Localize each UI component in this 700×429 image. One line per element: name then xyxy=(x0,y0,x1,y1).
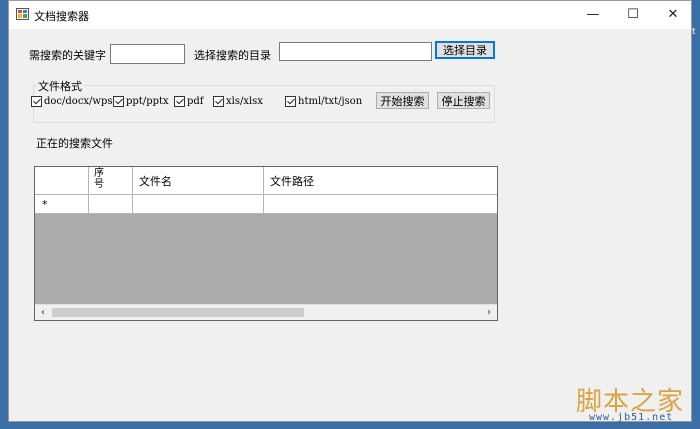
new-row-cell-index[interactable] xyxy=(89,195,133,214)
column-header-filepath[interactable]: 文件路径 xyxy=(264,167,497,195)
format-label-doc: doc/docx/wps xyxy=(44,95,113,107)
watermark-url: www.jb51.net xyxy=(589,412,674,423)
title-bar[interactable]: 文档搜索器 — ☐ ✕ xyxy=(9,1,691,29)
format-checkbox-xls[interactable]: xls/xlsx xyxy=(213,94,263,108)
main-window: 文档搜索器 — ☐ ✕ 需搜索的关键字 选择搜索的目录 选择目录 文件格式 do… xyxy=(8,0,692,423)
app-icon xyxy=(16,8,29,20)
format-checkbox-ppt[interactable]: ppt/pptx xyxy=(113,94,169,108)
format-checkbox-html[interactable]: html/txt/json xyxy=(285,94,362,108)
scroll-left-icon[interactable]: ‹ xyxy=(36,306,50,319)
directory-input[interactable] xyxy=(279,42,432,61)
format-label-xls: xls/xlsx xyxy=(226,95,263,107)
window-title: 文档搜索器 xyxy=(34,10,89,23)
format-label-pdf: pdf xyxy=(187,95,204,107)
format-checkbox-doc[interactable]: doc/docx/wps xyxy=(31,94,113,108)
choose-directory-button[interactable]: 选择目录 xyxy=(435,41,495,59)
start-search-button[interactable]: 开始搜索 xyxy=(376,92,429,109)
column-header-index[interactable]: 序号 xyxy=(89,167,133,195)
checkbox-checked-icon[interactable] xyxy=(174,95,185,107)
horizontal-scrollbar[interactable]: ‹ › xyxy=(35,304,497,320)
maximize-button[interactable]: ☐ xyxy=(613,1,653,29)
format-label-html: html/txt/json xyxy=(298,95,363,107)
directory-label: 选择搜索的目录 xyxy=(194,49,271,62)
format-label-ppt: ppt/pptx xyxy=(126,95,169,107)
format-checkbox-pdf[interactable]: pdf xyxy=(174,94,204,108)
checkbox-checked-icon[interactable] xyxy=(213,95,224,107)
column-header-filename[interactable]: 文件名 xyxy=(133,167,264,195)
new-row-marker: * xyxy=(42,198,48,211)
column-header-index-label: 序号 xyxy=(94,168,104,190)
column-header-filepath-label: 文件路径 xyxy=(270,175,314,188)
column-header-filename-label: 文件名 xyxy=(139,175,172,188)
file-format-group-title: 文件格式 xyxy=(37,78,83,94)
row-header-corner xyxy=(35,167,89,195)
minimize-button[interactable]: — xyxy=(573,1,613,29)
keyword-label: 需搜索的关键字 xyxy=(29,49,106,62)
close-button[interactable]: ✕ xyxy=(653,1,693,29)
scroll-right-icon[interactable]: › xyxy=(482,306,496,319)
checkbox-checked-icon[interactable] xyxy=(285,95,296,107)
new-row-cell-filename[interactable] xyxy=(133,195,264,214)
new-row-header[interactable]: * xyxy=(35,195,89,214)
checkbox-checked-icon[interactable] xyxy=(31,95,42,107)
results-grid[interactable]: 序号 文件名 文件路径 * ‹ › xyxy=(34,166,498,321)
checkbox-checked-icon[interactable] xyxy=(113,95,124,107)
keyword-input[interactable] xyxy=(110,44,185,64)
scroll-thumb[interactable] xyxy=(52,308,304,317)
new-row-cell-filepath[interactable] xyxy=(264,195,497,214)
background-window-edge-text: t xyxy=(692,27,696,37)
stop-search-button[interactable]: 停止搜索 xyxy=(437,92,490,109)
status-text: 正在的搜索文件 xyxy=(36,137,113,150)
